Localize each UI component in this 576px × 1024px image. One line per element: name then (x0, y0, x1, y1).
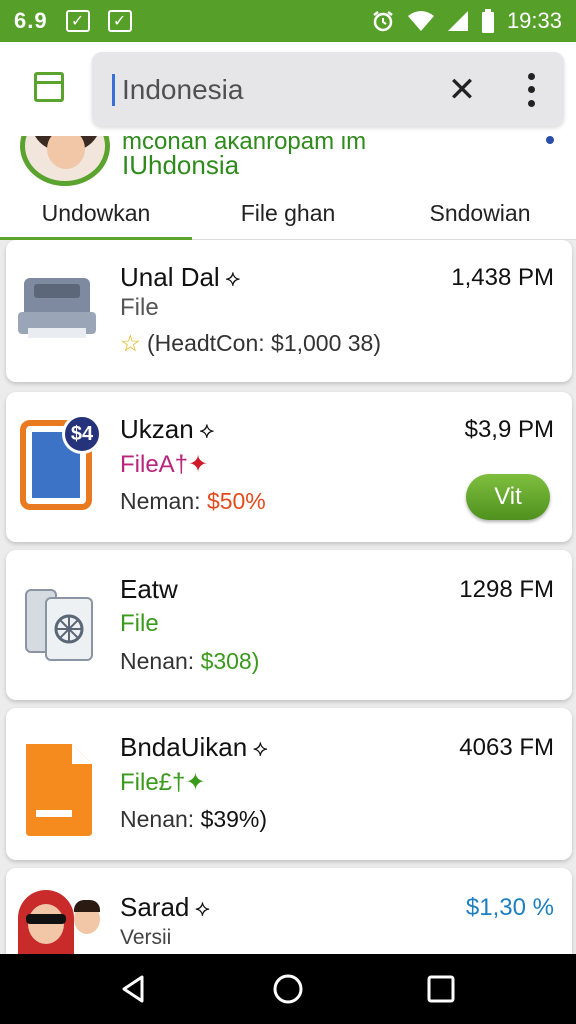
list-item[interactable]: Eatw File Nenan: $308) 1298 FM (6, 550, 572, 700)
sparkle-icon: ✦ (188, 451, 209, 478)
item-time: 1,438 PM (451, 264, 554, 291)
item-price: $3,9 PM (464, 416, 554, 443)
app-bar: Indonesia ✕ (0, 42, 576, 136)
status-bar: 6.9 ✓ ✓ 19:33 (0, 0, 576, 42)
item-detail: Nenan: $39%) (120, 806, 268, 832)
item-subtitle: File£†✦ (120, 769, 206, 796)
diamond-icon: ⯎ (225, 269, 241, 291)
diamond-icon: ⯎ (199, 421, 215, 443)
item-subtitle: Versii (120, 926, 172, 949)
avatar[interactable] (20, 136, 110, 186)
search-input[interactable]: Indonesia (122, 74, 243, 106)
item-title: Ukzan ⯎ (120, 414, 215, 444)
back-icon[interactable] (116, 972, 150, 1006)
navigation-bar (0, 954, 576, 1024)
item-detail: ☆ (HeadtCon: $1,000 38) (120, 330, 382, 356)
tab-undowkan[interactable]: Undowkan (0, 192, 192, 240)
item-detail: Nenan: $308) (120, 648, 260, 674)
list-item[interactable]: Unal Dal ⯎ File ☆ (HeadtCon: $1,000 38) 1… (6, 240, 572, 382)
status-clock: 19:33 (506, 8, 562, 33)
more-options-icon[interactable] (522, 70, 540, 110)
diamond-icon: ⯎ (195, 899, 210, 921)
item-detail: Neman: $50% (120, 488, 266, 514)
status-time-left: 6.9 (14, 8, 48, 33)
photo-thumbnail (16, 890, 112, 954)
vit-button[interactable]: Vit (466, 474, 550, 520)
document-icon (26, 744, 92, 836)
list-item[interactable]: $4 Ukzan ⯎ FileA†✦ Neman: $50% $3,9 PM Vi… (6, 392, 572, 542)
clear-search-icon[interactable]: ✕ (444, 72, 480, 108)
tab-bar: Undowkan File ghan Sndowian (0, 192, 576, 240)
item-subtitle: FileA†✦ (120, 451, 209, 478)
sparkle-icon: ✦ (185, 769, 206, 796)
item-title: Sarad ⯎ (120, 892, 210, 922)
item-title: Unal Dal ⯎ (120, 262, 241, 292)
item-title: BndaUikan ⯎ (120, 732, 268, 762)
alarm-icon (373, 11, 393, 32)
home-icon[interactable] (271, 972, 305, 1006)
app-logo-icon[interactable] (34, 72, 64, 102)
tab-sndowian[interactable]: Sndowian (384, 192, 576, 239)
item-time: 4063 FM (459, 734, 554, 761)
item-subtitle: File (120, 294, 159, 321)
tab-file-ghan[interactable]: File ghan (192, 192, 384, 239)
battery-icon (481, 9, 494, 33)
checkbox-notification-icon: ✓ (65, 10, 90, 32)
list-item[interactable]: BndaUikan ⯎ File£†✦ Nenan: $39%) 4063 FM (6, 708, 572, 860)
wifi-icon (407, 11, 434, 31)
diamond-icon: ⯎ (253, 739, 268, 761)
checkbox-notification-icon: ✓ (107, 10, 132, 32)
text-cursor (112, 74, 115, 106)
indicator-dot (546, 136, 554, 144)
recents-icon[interactable] (424, 972, 458, 1006)
search-bar[interactable]: Indonesia ✕ (92, 52, 564, 126)
item-list: Unal Dal ⯎ File ☆ (HeadtCon: $1,000 38) 1… (0, 240, 576, 954)
star-icon: ☆ (120, 330, 141, 356)
item-title: Eatw (120, 574, 178, 604)
count-badge: $4 (62, 414, 102, 454)
profile-title: IUhdonsia (122, 150, 240, 180)
profile-header: mconan akanropam im IUhdonsia (0, 136, 576, 192)
item-price: $1,30 % (465, 894, 554, 921)
server-icon (25, 589, 93, 661)
printer-icon (18, 278, 96, 338)
signal-icon (447, 11, 468, 31)
item-subtitle: File (120, 610, 159, 637)
list-item[interactable]: Sarad ⯎ Versii $1,30 % (6, 868, 572, 954)
item-time: 1298 FM (459, 576, 554, 603)
